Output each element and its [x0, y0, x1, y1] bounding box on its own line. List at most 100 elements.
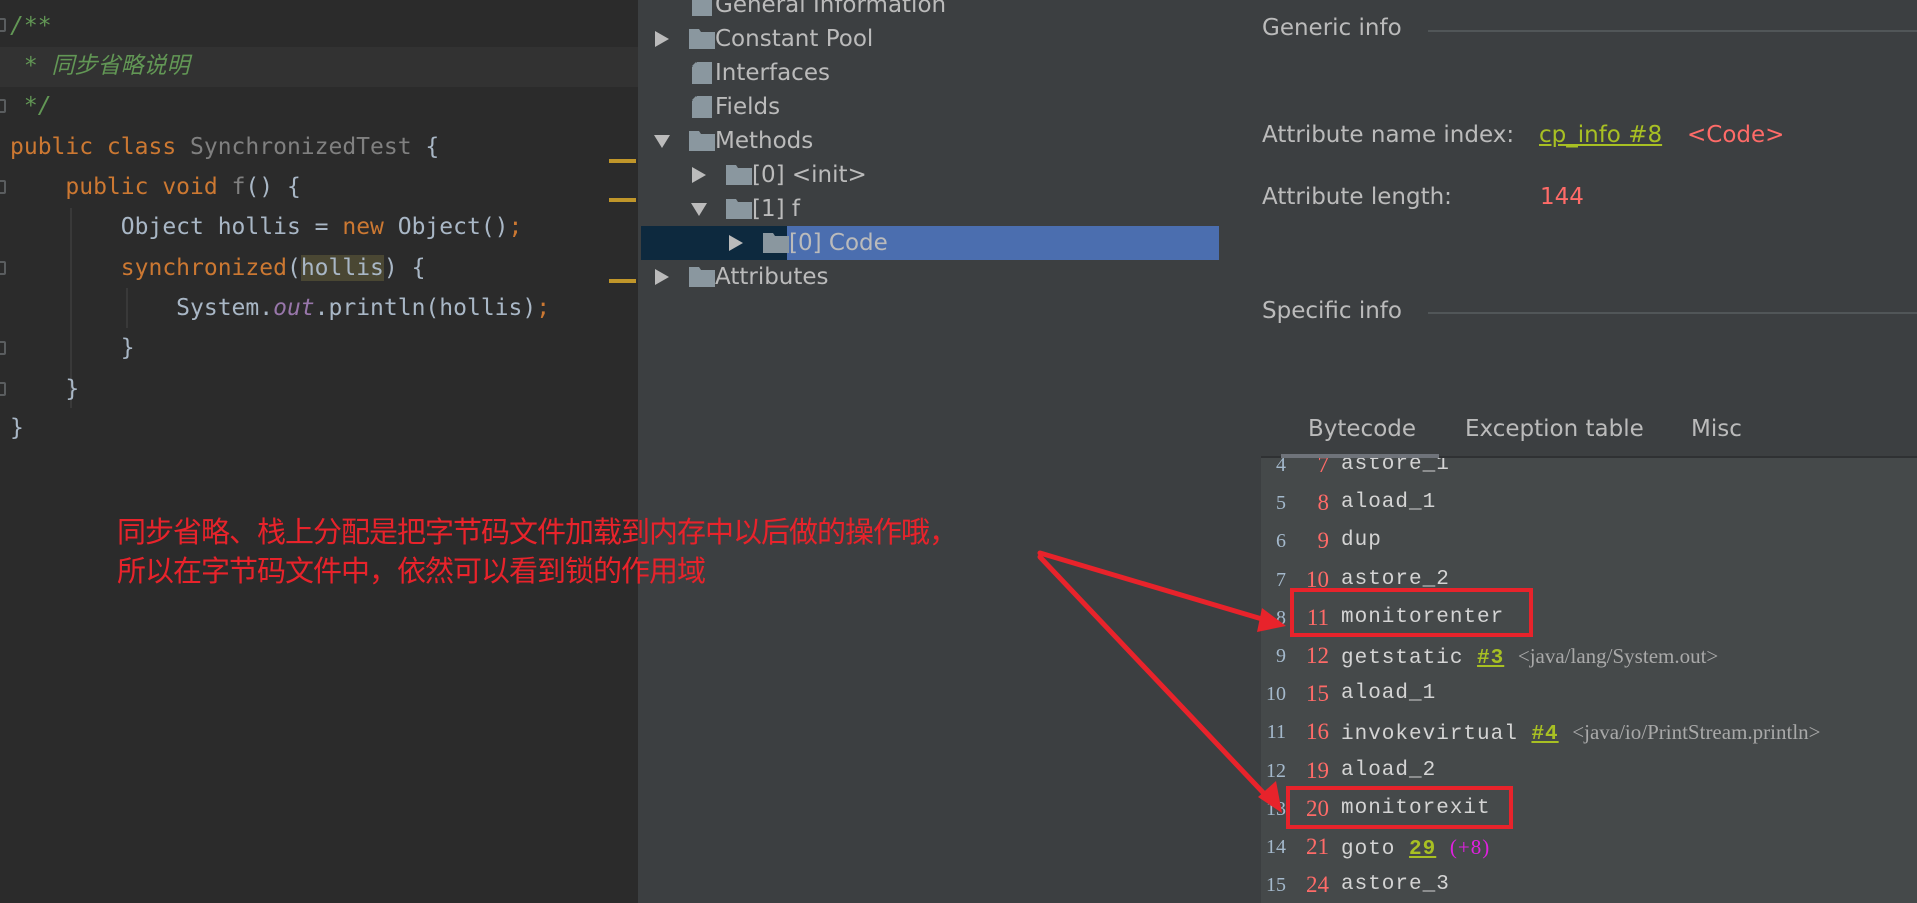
- tree-item-methods[interactable]: Methods: [653, 124, 1213, 158]
- tree-item-attributes[interactable]: Attributes: [653, 260, 1213, 294]
- code-token: */: [10, 93, 52, 119]
- bytecode-row[interactable]: 6 9 dup: [1261, 522, 1911, 560]
- folder-icon: [689, 267, 715, 287]
- code-token: f: [231, 174, 246, 200]
- section-divider: [1428, 30, 1917, 32]
- tree-item-0-code[interactable]: [0] Code: [727, 226, 1213, 260]
- chevron-right-icon[interactable]: [653, 260, 673, 294]
- fold-marker-icon[interactable]: [0, 99, 6, 113]
- tree-item-label: Attributes: [715, 264, 829, 290]
- code-line[interactable]: * 同步省略说明: [10, 46, 190, 86]
- code-line[interactable]: }: [10, 328, 135, 368]
- chevron-down-icon[interactable]: [690, 192, 710, 226]
- chevron-right-icon[interactable]: [690, 158, 710, 192]
- tab-exception-table[interactable]: Exception table: [1465, 416, 1644, 442]
- bytecode-row[interactable]: 10 15 aload_1: [1261, 675, 1911, 713]
- attribute-length-value: 144: [1540, 184, 1584, 210]
- attribute-length-label: Attribute length:: [1262, 184, 1452, 210]
- code-line[interactable]: */: [10, 86, 52, 126]
- code-token: Object(): [397, 214, 509, 240]
- tree-item-label: Constant Pool: [715, 26, 874, 52]
- bytecode-offset: 8: [1317, 490, 1330, 516]
- tree-item-label: [0] Code: [789, 230, 888, 256]
- bytecode-offset: 16: [1306, 719, 1329, 745]
- jump-offset: (+8): [1449, 835, 1491, 859]
- code-line[interactable]: Object hollis = new Object();: [10, 207, 523, 247]
- generic-info-title: Generic info: [1262, 15, 1402, 41]
- bytecode-listing[interactable]: 4 7 astore_1 5 8 aload_1 6 9 dup 7 10 astore_2 8 11 mo…: [1261, 458, 1917, 903]
- code-token: out: [273, 295, 315, 321]
- annotation-text-line-1: 同步省略、栈上分配是把字节码文件加载到内存中以后做的操作哦，: [117, 515, 958, 549]
- code-line[interactable]: }: [10, 408, 24, 448]
- fold-marker-icon[interactable]: [0, 180, 6, 194]
- tab-bytecode[interactable]: Bytecode: [1308, 416, 1416, 442]
- instruction: getstatic #3 <java/lang/System.out>: [1341, 637, 1718, 678]
- tree-item-label: General Information: [715, 0, 947, 18]
- code-line[interactable]: System.out.println(hollis);: [10, 288, 550, 328]
- folder-icon: [689, 29, 715, 49]
- attribute-info-panel: Generic info Attribute name index: cp_in…: [1219, 0, 1917, 903]
- code-token: public void: [10, 174, 232, 200]
- tree-item-label: Fields: [715, 94, 781, 120]
- highlighted-identifier: hollis: [300, 255, 384, 281]
- bytecode-row[interactable]: 12 19 aload_2: [1261, 752, 1911, 790]
- bytecode-row[interactable]: 5 8 aload_1: [1261, 484, 1911, 522]
- code-line[interactable]: public void f() {: [10, 167, 300, 207]
- file-icon: [692, 96, 712, 118]
- bytecode-row[interactable]: 4 7 astore_1: [1261, 458, 1911, 484]
- code-line[interactable]: /**: [10, 6, 52, 46]
- fold-marker-icon[interactable]: [0, 382, 6, 396]
- cp-info-link[interactable]: cp_info #8: [1539, 122, 1662, 148]
- bytecode-row[interactable]: 14 21 goto 29 (+8): [1261, 828, 1911, 866]
- bytecode-offset: 7: [1317, 458, 1330, 477]
- line-number: 12: [1266, 759, 1286, 782]
- bytecode-offset: 12: [1306, 643, 1329, 668]
- section-divider: [1428, 312, 1917, 314]
- code-line[interactable]: public class SynchronizedTest {: [10, 127, 439, 167]
- chevron-down-icon[interactable]: [653, 124, 673, 158]
- code-token: Object hollis =: [10, 214, 343, 240]
- constant-pool-reference-link[interactable]: #3: [1477, 647, 1504, 670]
- tree-item-general-information[interactable]: General Information: [653, 0, 1213, 22]
- tree-item-interfaces[interactable]: Interfaces: [653, 56, 1213, 90]
- tree-item-label: Methods: [715, 128, 814, 154]
- bytecode-row[interactable]: 15 24 astore_3: [1261, 866, 1911, 903]
- opcode: astore_3: [1341, 873, 1450, 897]
- instruction: goto 29 (+8): [1341, 828, 1490, 869]
- line-number: 4: [1276, 458, 1286, 476]
- change-marker[interactable]: [609, 198, 636, 202]
- highlight-box-monitorenter: [1290, 588, 1533, 637]
- fold-marker-icon[interactable]: [0, 341, 6, 355]
- tree-item-constant-pool[interactable]: Constant Pool: [653, 22, 1213, 56]
- change-marker[interactable]: [609, 279, 636, 283]
- tree-item-fields[interactable]: Fields: [653, 90, 1213, 124]
- code-line[interactable]: synchronized(hollis) {: [10, 248, 425, 288]
- change-marker[interactable]: [609, 159, 636, 163]
- tree-item-1-f[interactable]: [1] f: [690, 192, 1213, 226]
- code-token: * 同步省略说明: [10, 53, 190, 79]
- constant-pool-reference-link[interactable]: 29: [1409, 838, 1436, 861]
- instruction: aload_1: [1341, 675, 1436, 713]
- code-token: System.: [10, 295, 274, 321]
- opcode: aload_2: [1341, 758, 1437, 782]
- constant-pool-reference-link[interactable]: #4: [1531, 723, 1558, 746]
- chevron-right-icon[interactable]: [727, 226, 747, 260]
- instruction: invokevirtual #4 <java/io/PrintStream.pr…: [1341, 713, 1821, 754]
- chevron-right-icon[interactable]: [653, 22, 673, 56]
- tab-misc[interactable]: Misc: [1691, 416, 1742, 442]
- code-token: {: [411, 134, 440, 160]
- fold-marker-icon[interactable]: [0, 18, 6, 32]
- tree-item-0-init[interactable]: [0] <init>: [690, 158, 1213, 192]
- class-structure-tree[interactable]: General Information Constant Pool Interfac…: [638, 0, 1219, 903]
- line-number: 8: [1276, 606, 1286, 629]
- code-token: new: [342, 214, 398, 240]
- bytecode-offset: 24: [1306, 872, 1329, 898]
- bytecode-row[interactable]: 11 16 invokevirtual #4 <java/io/PrintStrea…: [1261, 713, 1911, 751]
- code-token: }: [10, 415, 24, 441]
- fold-marker-icon[interactable]: [0, 261, 6, 275]
- reference-comment: <java/lang/System.out>: [1517, 644, 1719, 668]
- reference-comment: <java/io/PrintStream.println>: [1572, 720, 1821, 745]
- bytecode-row[interactable]: 9 12 getstatic #3 <java/lang/System.out>: [1261, 637, 1911, 675]
- code-editor[interactable]: /** * 同步省略说明 */ public class Synchronized…: [0, 0, 638, 903]
- code-line[interactable]: }: [10, 369, 79, 409]
